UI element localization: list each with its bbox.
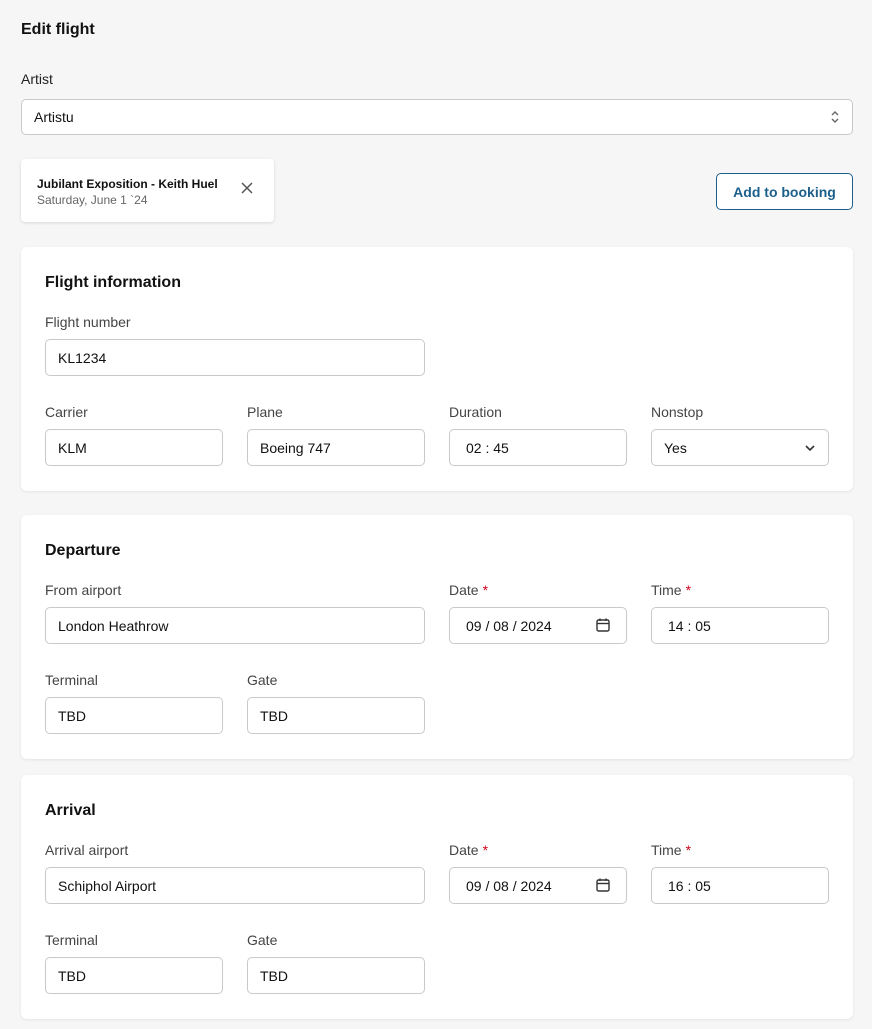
- required-marker: *: [482, 582, 489, 598]
- from-airport-input[interactable]: London Heathrow: [45, 607, 425, 644]
- date-label-text: Date: [449, 842, 479, 858]
- arrival-terminal-input[interactable]: TBD: [45, 957, 223, 994]
- arrival-time-label: Time *: [651, 842, 691, 858]
- time-label-text: Time: [651, 842, 682, 858]
- arrival-card: Arrival Arrival airport Schiphol Airport…: [21, 775, 853, 1019]
- card-title: Flight information: [45, 274, 181, 291]
- event-date: Saturday, June 1 `24: [37, 193, 148, 207]
- arrival-airport-input[interactable]: Schiphol Airport: [45, 867, 425, 904]
- calendar-icon[interactable]: [596, 878, 610, 892]
- from-airport-value: London Heathrow: [58, 617, 169, 634]
- departure-time-input[interactable]: 14 : 05: [651, 607, 829, 644]
- carrier-input[interactable]: KLM: [45, 429, 223, 466]
- artist-label: Artist: [21, 71, 53, 87]
- departure-gate-input[interactable]: TBD: [247, 697, 425, 734]
- departure-terminal-input[interactable]: TBD: [45, 697, 223, 734]
- departure-date-input[interactable]: 09 / 08 / 2024: [449, 607, 627, 644]
- event-chip: Jubilant Exposition - Keith Huel Saturda…: [21, 159, 274, 222]
- event-title: Jubilant Exposition - Keith Huel: [37, 177, 218, 191]
- time-label-text: Time: [651, 582, 682, 598]
- add-to-booking-button[interactable]: Add to booking: [716, 173, 853, 210]
- artist-select[interactable]: Artistu: [21, 99, 853, 135]
- flight-information-card: Flight information Flight number KL1234 …: [21, 247, 853, 491]
- departure-date-value: 09 / 08 / 2024: [466, 617, 552, 634]
- chevron-updown-icon: [831, 111, 839, 123]
- duration-input[interactable]: 02 : 45: [449, 429, 627, 466]
- chevron-down-icon: [805, 445, 815, 452]
- departure-time-label: Time *: [651, 582, 691, 598]
- arrival-time-input[interactable]: 16 : 05: [651, 867, 829, 904]
- nonstop-select[interactable]: Yes: [651, 429, 829, 466]
- card-title: Arrival: [45, 802, 96, 819]
- artist-select-value: Artistu: [34, 109, 74, 125]
- required-marker: *: [685, 842, 692, 858]
- date-label-text: Date: [449, 582, 479, 598]
- arrival-airport-value: Schiphol Airport: [58, 877, 157, 894]
- arrival-terminal-label: Terminal: [45, 932, 98, 948]
- departure-gate-label: Gate: [247, 672, 278, 688]
- flight-number-value: KL1234: [58, 349, 107, 366]
- departure-terminal-label: Terminal: [45, 672, 98, 688]
- nonstop-value: Yes: [664, 439, 687, 456]
- arrival-time-value: 16 : 05: [668, 877, 711, 894]
- arrival-gate-value: TBD: [260, 967, 288, 984]
- required-marker: *: [685, 582, 692, 598]
- close-icon[interactable]: [240, 181, 254, 195]
- arrival-gate-label: Gate: [247, 932, 278, 948]
- from-airport-label: From airport: [45, 582, 122, 598]
- required-marker: *: [482, 842, 489, 858]
- flight-number-input[interactable]: KL1234: [45, 339, 425, 376]
- carrier-label: Carrier: [45, 404, 88, 420]
- carrier-value: KLM: [58, 439, 87, 456]
- plane-value: Boeing 747: [260, 439, 331, 456]
- nonstop-label: Nonstop: [651, 404, 704, 420]
- arrival-terminal-value: TBD: [58, 967, 86, 984]
- plane-input[interactable]: Boeing 747: [247, 429, 425, 466]
- departure-gate-value: TBD: [260, 707, 288, 724]
- departure-card: Departure From airport London Heathrow D…: [21, 515, 853, 759]
- page-title: Edit flight: [21, 21, 95, 38]
- duration-value: 02 : 45: [466, 439, 509, 456]
- calendar-icon[interactable]: [596, 618, 610, 632]
- arrival-gate-input[interactable]: TBD: [247, 957, 425, 994]
- arrival-airport-label: Arrival airport: [45, 842, 129, 858]
- arrival-date-input[interactable]: 09 / 08 / 2024: [449, 867, 627, 904]
- arrival-date-label: Date *: [449, 842, 488, 858]
- flight-number-label: Flight number: [45, 314, 131, 330]
- departure-time-value: 14 : 05: [668, 617, 711, 634]
- arrival-date-value: 09 / 08 / 2024: [466, 877, 552, 894]
- plane-label: Plane: [247, 404, 283, 420]
- departure-terminal-value: TBD: [58, 707, 86, 724]
- duration-label: Duration: [449, 404, 502, 420]
- card-title: Departure: [45, 542, 121, 559]
- departure-date-label: Date *: [449, 582, 488, 598]
